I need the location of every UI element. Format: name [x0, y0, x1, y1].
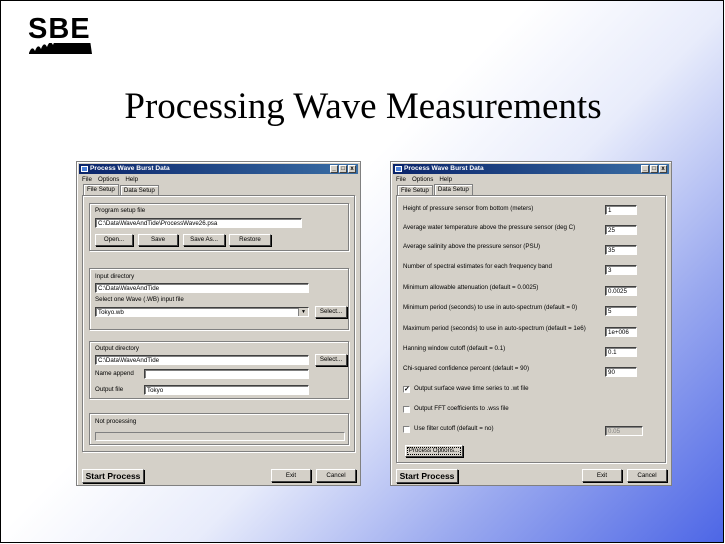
- output-file-field[interactable]: Tokyo: [144, 385, 309, 395]
- save-as-button[interactable]: Save As...: [183, 234, 225, 246]
- progress-bar: [95, 432, 345, 441]
- program-setup-label: Program setup file: [95, 207, 146, 214]
- param-field-max-period[interactable]: 1e+006: [605, 327, 637, 337]
- param-label-temperature: Average water temperature above the pres…: [403, 224, 576, 231]
- start-process-button[interactable]: Start Process: [396, 469, 458, 483]
- menu-help[interactable]: Help: [125, 175, 138, 184]
- left-tabs: File Setup Data Setup: [83, 184, 160, 196]
- exit-button[interactable]: Exit: [582, 469, 622, 482]
- maximize-button[interactable]: □: [339, 165, 347, 173]
- left-menubar: File Options Help: [80, 175, 138, 184]
- start-process-button[interactable]: Start Process: [82, 469, 144, 483]
- app-icon: [81, 166, 88, 172]
- param-label-min-period: Minimum period (seconds) to use in auto-…: [403, 304, 578, 311]
- checkbox-label-filter-cutoff: Use filter cutoff (default = no): [414, 425, 494, 432]
- program-setup-group: Program setup file C:\Data\WaveAndTide\P…: [89, 203, 349, 251]
- menu-file[interactable]: File: [82, 175, 92, 184]
- left-titlebar: Process Wave Burst Data _ □ x: [79, 164, 358, 174]
- output-directory-field[interactable]: C:\Data\WaveAndTide: [95, 355, 309, 365]
- maximize-button[interactable]: □: [650, 165, 658, 173]
- input-select-button[interactable]: Select...: [315, 306, 347, 318]
- param-label-height: Height of pressure sensor from bottom (m…: [403, 205, 534, 212]
- exit-button[interactable]: Exit: [271, 469, 311, 482]
- param-field-hanning[interactable]: 0.1: [605, 347, 637, 357]
- name-append-label: Name append: [95, 370, 134, 377]
- close-button[interactable]: x: [348, 165, 356, 173]
- menu-options[interactable]: Options: [412, 175, 433, 184]
- checkbox-filter-cutoff[interactable]: [403, 426, 410, 433]
- input-file-value: Tokyo.wb: [98, 309, 124, 316]
- close-button[interactable]: x: [659, 165, 667, 173]
- output-directory-label: Output directory: [95, 345, 140, 352]
- right-tab-panel: Height of pressure sensor from bottom (m…: [396, 195, 666, 463]
- wave-logo-icon: [29, 43, 92, 54]
- param-label-attenuation: Minimum allowable attenuation (default =…: [403, 284, 539, 291]
- checkbox-label-wt-output: Output surface wave time series to .wt f…: [414, 385, 529, 392]
- sbe-logo: SBE: [28, 15, 102, 55]
- param-label-spectral-estimates: Number of spectral estimates for each fr…: [403, 263, 552, 270]
- program-setup-field[interactable]: C:\Data\WaveAndTide\ProcessWave26.psa: [95, 218, 302, 228]
- tab-file-setup[interactable]: File Setup: [397, 185, 433, 195]
- menu-options[interactable]: Options: [98, 175, 119, 184]
- input-file-dropdown[interactable]: Tokyo.wb ▼: [95, 307, 309, 317]
- param-field-height[interactable]: 1: [605, 205, 637, 215]
- cancel-button[interactable]: Cancel: [316, 469, 356, 482]
- param-field-chi-squared[interactable]: 90: [605, 367, 637, 377]
- minimize-button[interactable]: _: [330, 165, 338, 173]
- chevron-down-icon[interactable]: ▼: [298, 308, 308, 316]
- status-group: Not processing: [89, 413, 349, 445]
- process-options-button[interactable]: Process Options...: [405, 445, 463, 457]
- checkbox-label-fft-output: Output FFT coefficients to .wss file: [414, 405, 509, 412]
- slide: SBE Processing Wave Measurements Process…: [0, 0, 724, 543]
- param-field-salinity[interactable]: 35: [605, 245, 637, 255]
- save-button[interactable]: Save: [138, 234, 178, 246]
- param-label-max-period: Maximum period (seconds) to use in auto-…: [403, 325, 586, 332]
- input-directory-label: Input directory: [95, 273, 135, 280]
- left-dialog-window: Process Wave Burst Data _ □ x File Optio…: [76, 161, 361, 486]
- param-label-chi-squared: Chi-squared confidence percent (default …: [403, 365, 530, 372]
- restore-button[interactable]: Restore: [229, 234, 271, 246]
- checkbox-wt-output[interactable]: ✓: [403, 386, 410, 393]
- output-group: Output directory C:\Data\WaveAndTide Sel…: [89, 341, 349, 399]
- input-directory-field[interactable]: C:\Data\WaveAndTide: [95, 283, 309, 293]
- checkbox-fft-output[interactable]: [403, 406, 410, 413]
- slide-title: Processing Wave Measurements: [124, 86, 602, 127]
- cancel-button[interactable]: Cancel: [627, 469, 667, 482]
- output-file-label: Output file: [95, 386, 124, 393]
- filter-cutoff-field[interactable]: 0.05: [605, 426, 643, 436]
- param-field-attenuation[interactable]: 0.0025: [605, 286, 637, 296]
- input-group: Input directory C:\Data\WaveAndTide Sele…: [89, 268, 349, 330]
- param-field-spectral-estimates[interactable]: 3: [605, 265, 637, 275]
- menu-help[interactable]: Help: [439, 175, 452, 184]
- status-text: Not processing: [95, 418, 137, 425]
- output-select-button[interactable]: Select...: [315, 354, 347, 366]
- menu-file[interactable]: File: [396, 175, 406, 184]
- left-tab-panel: Program setup file C:\Data\WaveAndTide\P…: [82, 195, 355, 452]
- right-tabs: File Setup Data Setup: [397, 184, 474, 196]
- window-title: Process Wave Burst Data: [404, 165, 484, 172]
- param-label-hanning: Hanning window cutoff (default = 0.1): [403, 345, 506, 352]
- minimize-button[interactable]: _: [641, 165, 649, 173]
- tab-data-setup[interactable]: Data Setup: [119, 185, 159, 195]
- name-append-field[interactable]: [144, 369, 309, 379]
- param-field-temperature[interactable]: 25: [605, 225, 637, 235]
- right-menubar: File Options Help: [394, 175, 452, 184]
- logo-text: SBE: [28, 13, 91, 45]
- app-icon: [395, 166, 402, 172]
- param-field-min-period[interactable]: 5: [605, 306, 637, 316]
- right-dialog-window: Process Wave Burst Data _ □ x File Optio…: [390, 161, 672, 486]
- open-button[interactable]: Open...: [95, 234, 133, 246]
- select-input-label: Select one Wave (.WB) input file: [95, 296, 184, 303]
- right-titlebar: Process Wave Burst Data _ □ x: [393, 164, 669, 174]
- window-title: Process Wave Burst Data: [90, 165, 170, 172]
- param-label-salinity: Average salinity above the pressure sens…: [403, 243, 541, 250]
